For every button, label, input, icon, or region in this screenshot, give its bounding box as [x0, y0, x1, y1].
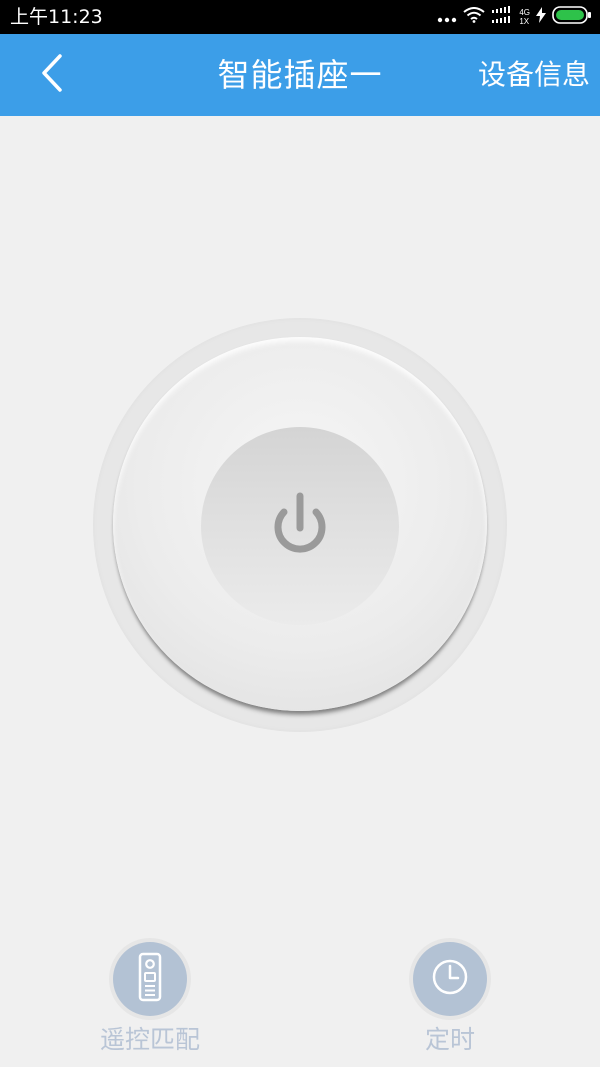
status-time: 上午11:23: [10, 6, 103, 28]
power-icon: [266, 490, 334, 562]
status-icons: 4G 1X: [437, 0, 592, 34]
timer-button[interactable]: 定时: [370, 938, 530, 1060]
status-bar: 上午11:23 4G 1X: [0, 0, 600, 34]
timer-icon-ring: [409, 938, 491, 1020]
signal-icon: [491, 6, 513, 28]
network-type: 4G 1X: [519, 8, 530, 26]
app-header: 智能插座一 设备信息: [0, 34, 600, 116]
device-info-button[interactable]: 设备信息: [478, 56, 590, 94]
remote-match-icon-bg: [113, 942, 187, 1016]
timer-icon-bg: [413, 942, 487, 1016]
remote-match-label: 遥控匹配: [99, 1025, 200, 1054]
network-type-top: 4G: [519, 8, 530, 17]
network-type-bottom: 1X: [519, 17, 530, 26]
wifi-icon: [463, 7, 485, 27]
more-dots-icon: [437, 8, 457, 27]
battery-icon: [552, 6, 592, 28]
timer-label: 定时: [424, 1025, 475, 1054]
charging-icon: [536, 7, 546, 27]
remote-match-icon-ring: [109, 938, 191, 1020]
remote-match-button[interactable]: 遥控匹配: [70, 938, 230, 1060]
clock-icon: [430, 957, 470, 1001]
remote-control-icon: [136, 952, 164, 1006]
